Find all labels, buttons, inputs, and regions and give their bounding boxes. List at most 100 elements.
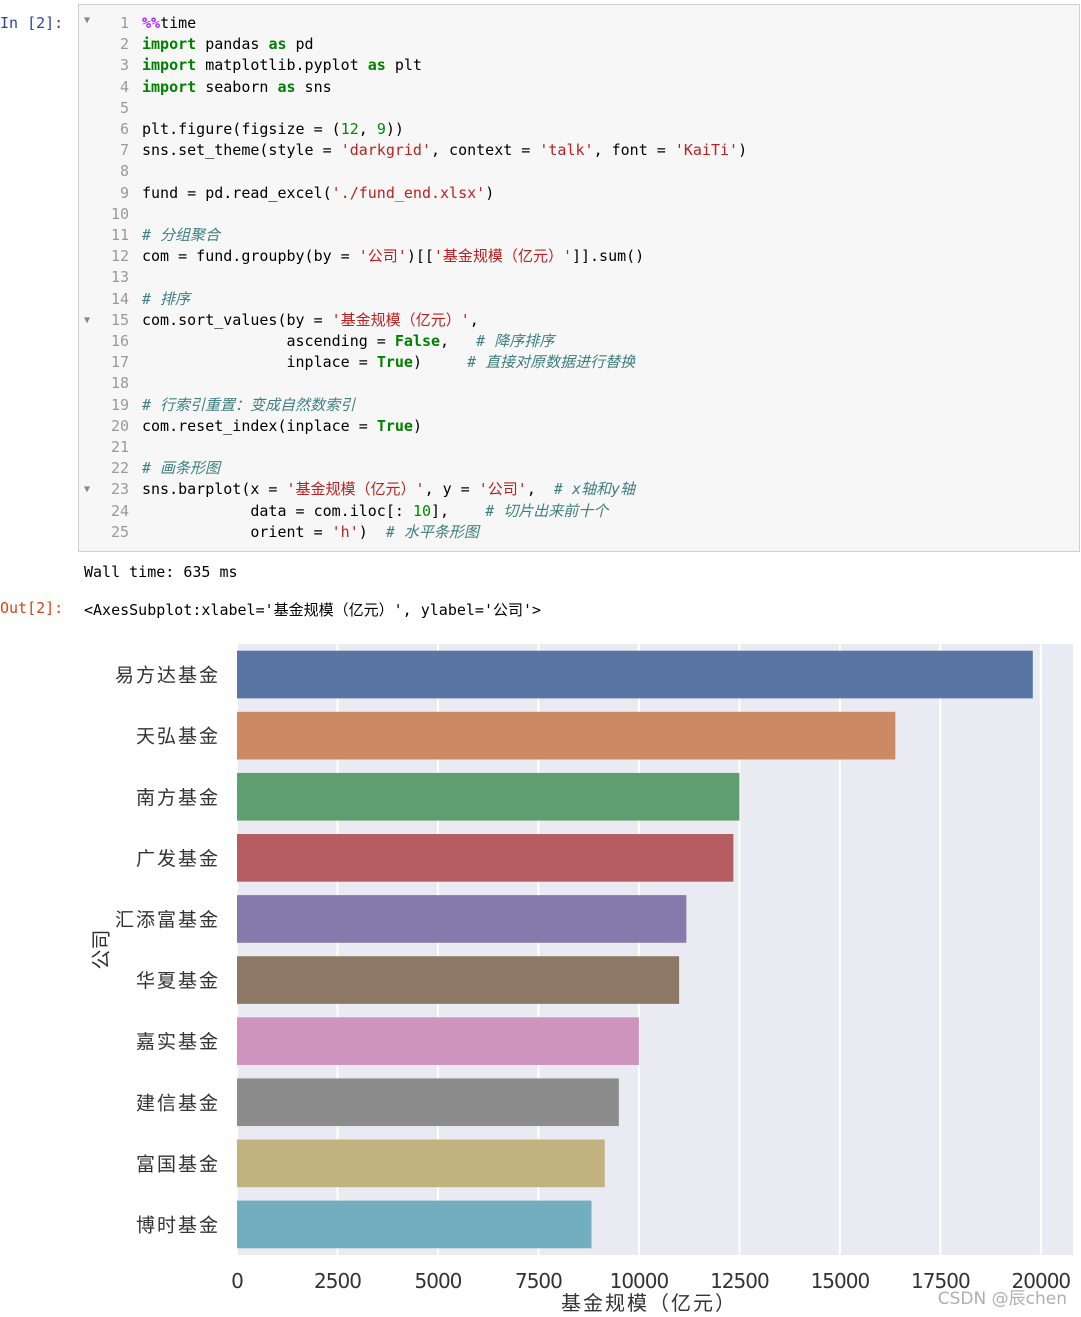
line-number: 18: [110, 374, 129, 393]
bar: [237, 956, 680, 1004]
line-number: 8: [119, 162, 129, 181]
code-line[interactable]: 8: [79, 161, 1079, 182]
line-number: 5: [119, 98, 129, 117]
line-number: 12: [110, 247, 129, 266]
code-text: ascending = False, # 降序排序: [142, 332, 555, 350]
code-line[interactable]: 3 import matplotlib.pyplot as plt: [79, 55, 1079, 76]
code-line[interactable]: ▼ 15 com.sort_values(by = '基金规模（亿元）',: [79, 310, 1079, 331]
y-tick-label: 博时基金: [136, 1214, 220, 1236]
line-number: 6: [119, 120, 129, 138]
line-number: 7: [119, 141, 129, 160]
code-text: com.sort_values(by = '基金规模（亿元）',: [142, 310, 479, 329]
code-line[interactable]: 12 com = fund.groupby(by = '公司')[['基金规模（亿…: [79, 246, 1079, 267]
bar: [237, 711, 896, 760]
x-tick-label: 15000: [811, 1269, 870, 1293]
code-text: import seaborn as sns: [142, 77, 332, 96]
line-number: 15: [110, 310, 129, 329]
x-tick-label: 10000: [610, 1269, 669, 1293]
code-line[interactable]: 6 plt.figure(figsize = (12, 9)): [79, 119, 1079, 140]
code-text: data = com.iloc[: 10], # 切片出来前十个: [142, 501, 609, 520]
code-line[interactable]: 5: [79, 98, 1079, 119]
bar: [237, 1078, 619, 1127]
line-number: 1: [119, 14, 129, 32]
line-number: 17: [110, 353, 129, 372]
code-line[interactable]: 22 # 画条形图: [79, 458, 1079, 479]
watermark: CSDN @辰chen: [937, 1289, 1067, 1309]
y-tick-label: 嘉实基金: [136, 1031, 220, 1053]
line-number: 23: [110, 480, 129, 499]
code-text: inplace = True) # 直接对原数据进行替换: [142, 353, 636, 372]
code-line[interactable]: 1 %%time: [79, 13, 1079, 34]
code-line[interactable]: 4 import seaborn as sns: [79, 77, 1079, 98]
line-number: 16: [110, 332, 129, 350]
stdout-text: Wall time: 635 ms: [84, 563, 238, 581]
code-text: sns.set_theme(style = 'darkgrid', contex…: [142, 141, 748, 160]
bar: [237, 1017, 639, 1065]
code-text: orient = 'h') # 水平条形图: [142, 522, 479, 541]
line-number: 24: [110, 501, 129, 520]
output-prompt: Out[2]:: [0, 599, 64, 617]
code-text: # 排序: [142, 289, 191, 308]
code-text: fund = pd.read_excel('./fund_end.xlsx'): [142, 183, 495, 202]
x-tick-label: 7500: [515, 1269, 562, 1293]
bar-chart: 0 2500 5000 7500 10000 12500 15000 17500 20000易方…: [89, 644, 1073, 1315]
y-tick-label: 南方基金: [136, 787, 220, 809]
line-number: 13: [110, 268, 129, 287]
code-line[interactable]: 19 # 行索引重置：变成自然数索引: [79, 395, 1079, 416]
code-line[interactable]: 20 com.reset_index(inplace = True): [79, 416, 1079, 437]
line-number: 3: [119, 56, 129, 75]
code-line[interactable]: ▼ 23 sns.barplot(x = '基金规模（亿元）', y = '公司',…: [79, 479, 1079, 500]
line-number: 14: [110, 289, 129, 308]
code-line[interactable]: 14 # 排序: [79, 289, 1079, 310]
bar: [237, 895, 687, 943]
y-axis-label: 公司: [89, 930, 113, 970]
x-tick-label: 0: [231, 1269, 243, 1293]
code-text: # 行索引重置：变成自然数索引: [142, 395, 356, 414]
code-text: %%time: [142, 14, 197, 32]
code-text: sns.barplot(x = '基金规模（亿元）', y = '公司', # …: [142, 480, 636, 499]
code-line[interactable]: 17 inplace = True) # 直接对原数据进行替换: [79, 352, 1079, 373]
line-number: 9: [119, 183, 129, 202]
y-tick-label: 广发基金: [136, 848, 220, 870]
y-tick-label: 天弘基金: [136, 726, 220, 748]
bar: [237, 1139, 605, 1188]
code-text: # 分组聚合: [142, 226, 221, 244]
code-cell[interactable]: 1 %%time 2 import pandas as pd 3 import matpl…: [78, 4, 1080, 552]
code-text: com = fund.groupby(by = '公司')[['基金规模（亿元）…: [142, 247, 645, 266]
bar: [237, 650, 1033, 699]
x-axis-label: 基金规模（亿元）: [561, 1291, 737, 1315]
fold-arrow-icon[interactable]: ▼: [84, 15, 90, 26]
x-tick-label: 12500: [710, 1269, 769, 1293]
y-tick-label: 华夏基金: [136, 970, 220, 992]
y-tick-label: 易方达基金: [115, 665, 220, 687]
code-text: import pandas as pd: [142, 35, 314, 54]
code-line[interactable]: 10: [79, 204, 1079, 225]
code-text: # 画条形图: [142, 459, 221, 478]
code-line[interactable]: 21: [79, 437, 1079, 458]
y-tick-label: 富国基金: [136, 1153, 220, 1175]
line-number: 21: [110, 438, 129, 456]
bar: [237, 834, 734, 882]
bar: [237, 1200, 592, 1249]
code-line[interactable]: 25 orient = 'h') # 水平条形图: [79, 522, 1079, 543]
code-text: plt.figure(figsize = (12, 9)): [142, 120, 404, 138]
line-number: 25: [110, 522, 129, 541]
code-line[interactable]: 13: [79, 267, 1079, 288]
code-line[interactable]: 2 import pandas as pd: [79, 34, 1079, 55]
y-tick-label: 汇添富基金: [115, 909, 220, 931]
line-number: 10: [110, 204, 129, 223]
code-line[interactable]: 7 sns.set_theme(style = 'darkgrid', conte…: [79, 140, 1079, 161]
code-line[interactable]: 11 # 分组聚合: [79, 225, 1079, 246]
repr-output: <AxesSubplot:xlabel='基金规模（亿元）', ylabel='…: [84, 601, 542, 619]
code-line[interactable]: 16 ascending = False, # 降序排序: [79, 331, 1079, 352]
line-number: 19: [110, 395, 129, 414]
code-line[interactable]: 18: [79, 373, 1079, 394]
line-number: 2: [119, 35, 129, 54]
code-line[interactable]: 9 fund = pd.read_excel('./fund_end.xlsx'): [79, 183, 1079, 204]
x-tick-label: 2500: [314, 1269, 361, 1293]
code-text: com.reset_index(inplace = True): [142, 416, 422, 435]
code-text: import matplotlib.pyplot as plt: [142, 56, 422, 75]
code-line[interactable]: 24 data = com.iloc[: 10], # 切片出来前十个: [79, 501, 1079, 522]
x-tick-label: 5000: [415, 1269, 462, 1293]
line-number: 4: [119, 77, 129, 96]
